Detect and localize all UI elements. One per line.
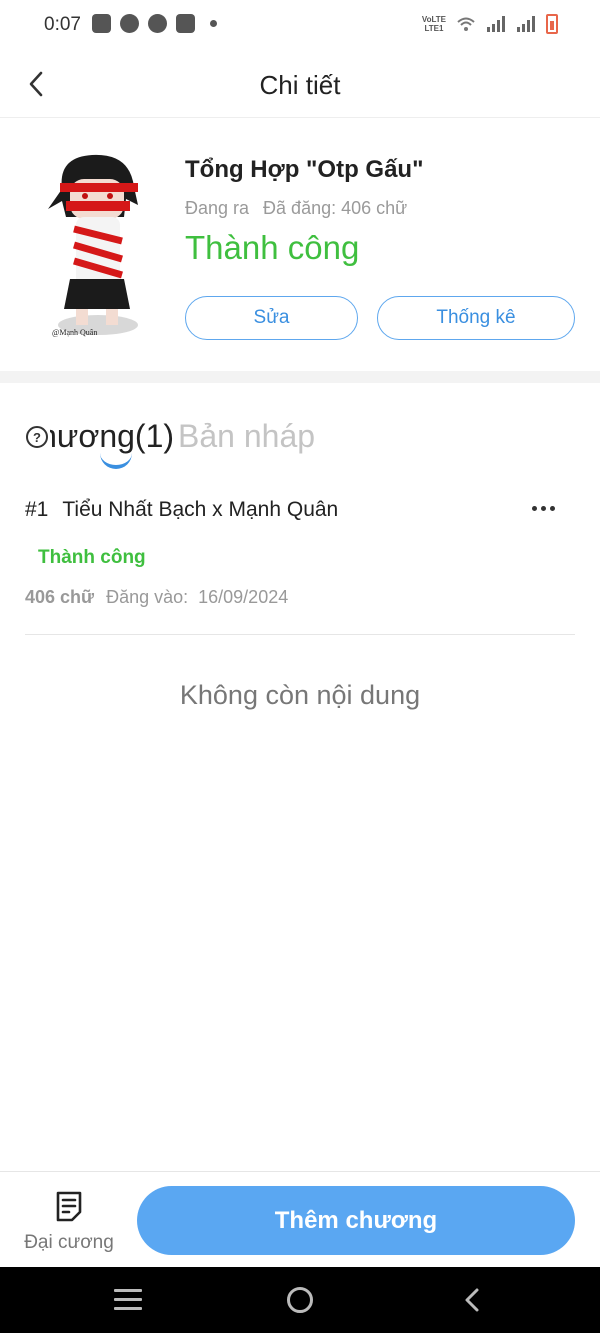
- chapter-number: #1: [25, 498, 49, 521]
- page-title: Chi tiết: [259, 70, 341, 100]
- signal-icon-1: [487, 16, 505, 32]
- dot-icon: [210, 20, 217, 27]
- app-icon: [148, 14, 167, 33]
- cover-watermark: @Mạnh Quân: [52, 328, 97, 337]
- battery-icon: [546, 14, 558, 34]
- chapter-tabs: ? Chương(1) Bản nháp: [0, 384, 600, 484]
- chapter-title: #1 Tiểu Nhất Bạch x Mạnh Quân: [25, 498, 338, 522]
- top-bar: Chi tiết: [0, 50, 600, 118]
- add-chapter-button[interactable]: Thêm chương: [137, 1186, 575, 1255]
- system-icons: VoLTE LTE1: [422, 14, 558, 34]
- shop-icon: [176, 14, 195, 33]
- more-options-button[interactable]: [525, 494, 561, 522]
- signal-icon-2: [517, 16, 535, 32]
- outline-label: Đại cương: [24, 1232, 114, 1253]
- chapter-meta: 406 chữ Đăng vào: 16/09/2024: [25, 587, 288, 608]
- tab-scroller[interactable]: Chương(1) Bản nháp: [50, 412, 315, 468]
- outline-button[interactable]: Đại cương: [14, 1186, 124, 1258]
- notification-icons: [92, 14, 217, 33]
- chapter-name: Tiểu Nhất Bạch x Mạnh Quân: [62, 498, 339, 521]
- status-time: 0:07: [44, 14, 81, 35]
- status-bar: 0:07 VoLTE LTE1: [0, 0, 600, 50]
- chapter-word-count: 406 chữ: [25, 587, 95, 607]
- home-icon[interactable]: [287, 1287, 313, 1313]
- outline-document-icon: [56, 1191, 82, 1222]
- volte-icon: VoLTE LTE1: [421, 15, 446, 33]
- story-word-count: Đã đăng: 406 chữ: [263, 198, 408, 218]
- wifi-icon: [457, 17, 475, 31]
- story-cover-image[interactable]: @Mạnh Quân: [40, 149, 144, 341]
- more-dots-icon: [531, 505, 537, 511]
- stats-button[interactable]: Thống kê: [377, 296, 575, 340]
- tab-drafts[interactable]: Bản nháp: [178, 412, 315, 460]
- story-state: Đang ra: [185, 198, 250, 218]
- story-card: @Mạnh Quân Tổng Hợp "Otp Gấu" Đang ra Đã …: [0, 119, 600, 371]
- empty-message: Không còn nội dung: [179, 680, 421, 710]
- question-circle-icon[interactable]: ?: [26, 426, 48, 448]
- edit-button[interactable]: Sửa: [185, 296, 358, 340]
- zalo-icon: [92, 14, 111, 33]
- published-date: 16/09/2024: [198, 587, 289, 607]
- story-status: Thành công: [185, 229, 360, 266]
- story-title: Tổng Hợp "Otp Gấu": [185, 156, 424, 183]
- section-divider: [0, 371, 600, 383]
- nav-back-icon[interactable]: [460, 1287, 486, 1313]
- story-meta: Đang ra Đã đăng: 406 chữ: [185, 198, 407, 219]
- chapter-status: Thành công: [38, 547, 146, 568]
- messenger-icon: [120, 14, 139, 33]
- recent-apps-icon[interactable]: [114, 1289, 142, 1311]
- bottom-action-bar: Đại cương Thêm chương: [0, 1171, 600, 1267]
- chapter-item[interactable]: #1 Tiểu Nhất Bạch x Mạnh Quân Thành công …: [25, 490, 575, 635]
- published-label: Đăng vào:: [106, 587, 189, 607]
- system-nav-bar: [0, 1267, 600, 1333]
